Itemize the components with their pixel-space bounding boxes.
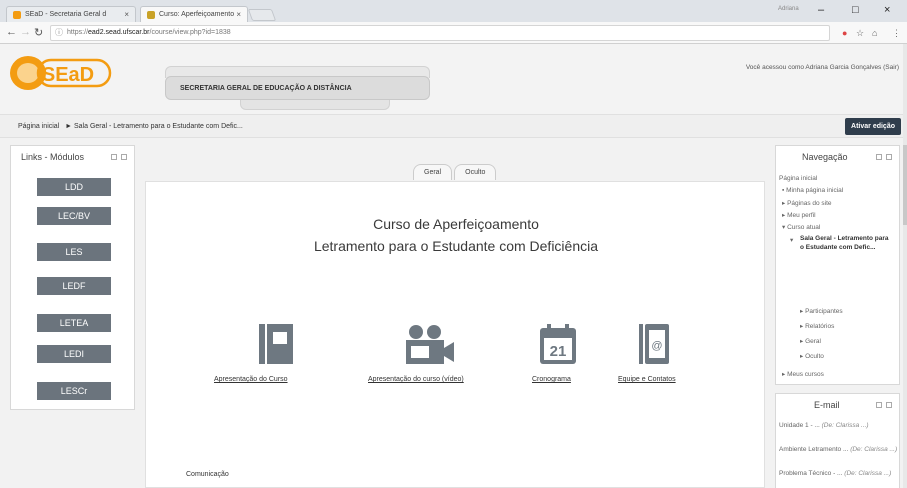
course-title: Curso de Aperfeiçoamento (373, 216, 539, 232)
close-icon[interactable]: × (236, 10, 241, 19)
breadcrumb-bar: Página inicial ► Sala Geral - Letramento… (0, 114, 907, 138)
cast-icon[interactable]: ⌂ (872, 28, 877, 38)
dock-icon[interactable] (886, 402, 892, 408)
tab-label: Curso: Aperfeiçoamento (159, 11, 235, 18)
module-button-letea[interactable]: LETEA (37, 314, 111, 332)
nav-home[interactable]: Página inicial (779, 175, 817, 182)
nav-my-home[interactable]: ▪ Minha página inicial (782, 187, 843, 194)
new-tab-button[interactable] (247, 9, 277, 21)
contacts-icon[interactable]: @ (639, 324, 669, 364)
section-comunicacao: Comunicação (186, 471, 229, 478)
nav-participants[interactable]: ▸ Participantes (800, 307, 843, 315)
tab-label: SEaD - Secretaria Geral d (25, 11, 107, 18)
breadcrumb-current[interactable]: Sala Geral - Letramento para o Estudante… (74, 123, 243, 130)
profile-name[interactable]: Adriana (778, 6, 799, 12)
collapse-icon[interactable] (876, 154, 882, 160)
navigation-title: Navegação (802, 152, 848, 162)
forward-icon[interactable]: → (20, 26, 31, 38)
dock-icon[interactable] (886, 154, 892, 160)
dock-icon[interactable] (121, 154, 127, 160)
nav-course-name[interactable]: Sala Geral - Letramento para o Estudante… (800, 235, 890, 252)
menu-kebab-icon[interactable]: ⋮ (892, 28, 901, 39)
close-window-icon[interactable]: × (884, 4, 890, 16)
url-input[interactable]: ⓘ https://ead2.sead.ufscar.br/course/vie… (50, 25, 830, 41)
browser-tab-curso[interactable]: Curso: Aperfeiçoamento × (140, 6, 248, 22)
moodle-favicon-icon (147, 10, 155, 19)
nav-site-pages[interactable]: ▸ Páginas do site (782, 199, 832, 207)
module-button-ldd[interactable]: LDD (37, 178, 111, 196)
close-icon[interactable]: × (124, 10, 129, 19)
page-scrollbar-thumb[interactable] (903, 145, 907, 225)
url-host: ead2.sead.ufscar.br (88, 29, 150, 36)
module-button-les[interactable]: LES (37, 243, 111, 261)
url-prefix: https:// (67, 29, 89, 36)
address-toolbar: ← → ↻ ⓘ https://ead2.sead.ufscar.br/cour… (0, 22, 907, 44)
breadcrumb-separator-icon: ► (65, 123, 73, 130)
module-button-ledi[interactable]: LEDI (37, 345, 111, 363)
tab-oculto[interactable]: Oculto (454, 164, 497, 180)
bookmark-star-icon[interactable]: ☆ (856, 28, 864, 39)
email-title: E-mail (814, 400, 840, 410)
nav-reports[interactable]: ▸ Relatórios (800, 322, 834, 330)
browser-tab-bar: SEaD - Secretaria Geral d × Curso: Aperf… (0, 0, 907, 22)
navigation-block: Navegação Página inicial ▪ Minha página … (775, 145, 900, 385)
toggle-edit-button[interactable]: Ativar edição (845, 118, 901, 135)
site-header: SEaD SECRETARIA GERAL DE EDUCAÇÃO A DIST… (0, 44, 907, 114)
nav-current-course[interactable]: ▾ Curso atual (782, 223, 820, 231)
sead-logo-icon[interactable]: SEaD (8, 54, 116, 92)
url-path: /course/view.php?id=1838 (149, 29, 231, 36)
back-icon[interactable]: ← (6, 26, 17, 38)
email-item[interactable]: Problema Técnico - ... (De: Clarissa ...… (779, 470, 891, 477)
collapse-icon[interactable] (876, 402, 882, 408)
section-tabs: Geral Oculto (413, 164, 498, 180)
links-block-title: Links - Módulos (21, 152, 85, 162)
video-camera-icon[interactable] (406, 324, 456, 364)
nav-hidden[interactable]: ▸ Oculto (800, 352, 824, 360)
logo-text: SEaD (42, 64, 94, 86)
breadcrumb-home[interactable]: Página inicial (18, 123, 59, 130)
nav-general[interactable]: ▸ Geral (800, 337, 821, 345)
email-item[interactable]: Unidade 1 - ... (De: Clarissa ...) (779, 422, 869, 429)
presentation-link[interactable]: Apresentação do Curso (214, 376, 288, 383)
extension-icon[interactable]: ● (842, 28, 847, 38)
tab-geral[interactable]: Geral (413, 164, 453, 180)
nav-profile[interactable]: ▸ Meu perfil (782, 211, 816, 219)
module-button-lescr[interactable]: LESCr (37, 382, 111, 400)
secretaria-banner: SECRETARIA GERAL DE EDUCAÇÃO A DISTÂNCIA (165, 76, 430, 100)
svg-text:@: @ (651, 340, 662, 352)
links-modulos-block: Links - Módulos LDD LEC/BV LES LEDF LETE… (10, 145, 135, 410)
browser-tab-sead[interactable]: SEaD - Secretaria Geral d × (6, 6, 136, 22)
team-contacts-link[interactable]: Equipe e Contatos (618, 376, 676, 383)
calendar-icon[interactable]: 21 (540, 324, 576, 364)
nav-my-courses[interactable]: ▸ Meus cursos (782, 370, 824, 378)
page-scrollbar[interactable] (903, 44, 907, 488)
expand-icon[interactable]: ▾ (790, 236, 800, 244)
sead-favicon-icon (13, 10, 21, 19)
login-info[interactable]: Você acessou como Adriana Garcia Gonçalv… (746, 64, 899, 71)
collapse-icon[interactable] (111, 154, 117, 160)
course-subtitle: Letramento para o Estudante com Deficiên… (313, 238, 599, 254)
presentation-video-link[interactable]: Apresentação do curso (vídeo) (368, 376, 464, 383)
breadcrumb: Página inicial ► Sala Geral - Letramento… (18, 123, 243, 130)
module-button-ledf[interactable]: LEDF (37, 277, 111, 295)
minimize-icon[interactable]: – (818, 4, 824, 16)
book-icon[interactable] (259, 324, 293, 364)
email-block: E-mail Unidade 1 - ... (De: Clarissa ...… (775, 393, 900, 488)
maximize-icon[interactable]: □ (852, 4, 859, 16)
calendar-day: 21 (550, 343, 567, 360)
module-button-lec-bv[interactable]: LEC/BV (37, 207, 111, 225)
reload-icon[interactable]: ↻ (34, 26, 43, 39)
schedule-link[interactable]: Cronograma (532, 376, 571, 383)
header-band-bottom (240, 100, 390, 110)
info-icon[interactable]: ⓘ (55, 26, 63, 40)
email-item[interactable]: Ambiente Letramento ... (De: Clarissa ..… (779, 446, 897, 453)
